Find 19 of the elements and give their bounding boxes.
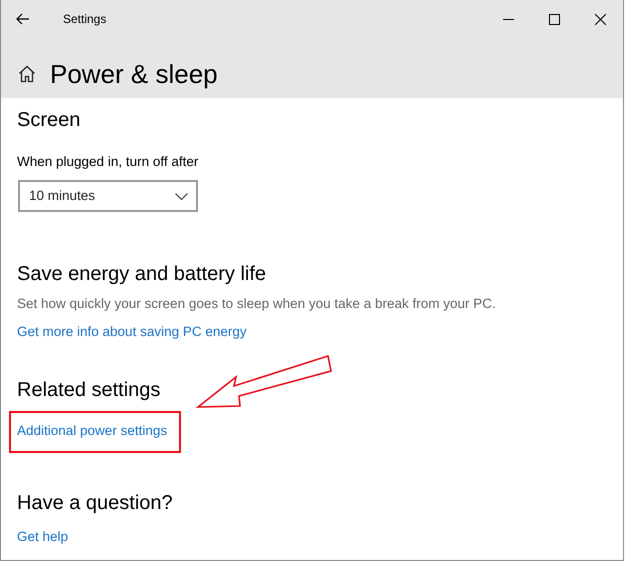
dropdown-value: 10 minutes — [29, 187, 96, 206]
close-icon — [594, 14, 606, 24]
dropdown[interactable]: 10 minutes — [18, 180, 198, 212]
minimize-icon — [502, 18, 514, 20]
chevron-down-icon — [175, 192, 188, 200]
description: Set how quickly your screen goes to sleep when you take a break from your PC. — [17, 295, 497, 314]
section-heading: Related settings — [17, 378, 162, 402]
maximize-icon — [548, 14, 560, 24]
page-title: Power & sleep — [50, 61, 218, 87]
section-heading: Have a question? — [17, 490, 174, 515]
home-icon — [18, 65, 36, 83]
setting-label: When plugged in, turn off after — [17, 153, 200, 171]
window-title: Settings — [62, 11, 106, 28]
section-heading: Screen — [17, 108, 82, 132]
link[interactable]: Additional power settings — [11, 412, 180, 451]
back-icon — [16, 13, 30, 25]
section-heading: Save energy and battery life — [17, 262, 268, 286]
link[interactable]: Get help — [17, 526, 68, 547]
link[interactable]: Get more info about saving PC energy — [17, 322, 247, 342]
